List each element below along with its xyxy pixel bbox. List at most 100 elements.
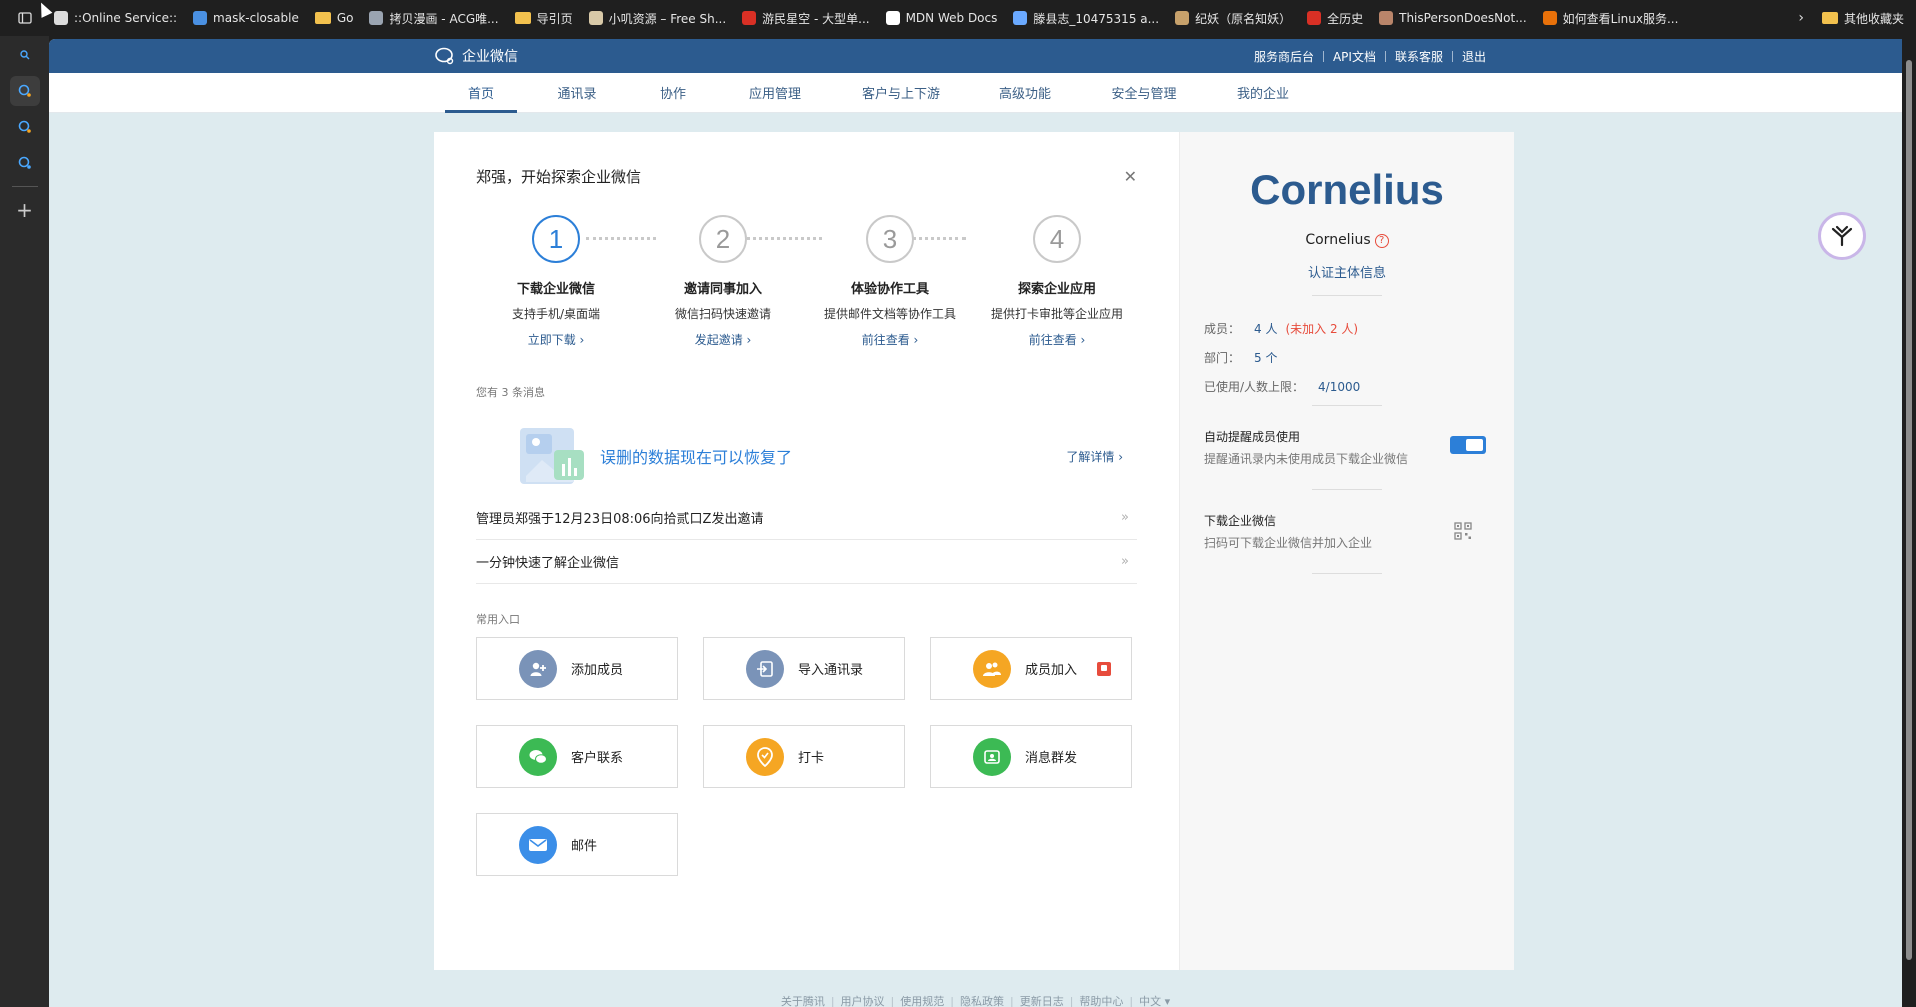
promo-banner[interactable]: 误删的数据现在可以恢复了 了解详情 › [476,426,1137,486]
entry-label: 邮件 [571,839,598,854]
favicon-icon [193,11,208,25]
top-link[interactable]: API文档 [1333,48,1376,65]
corp-name: Cornelius [1305,232,1371,248]
footer-link[interactable]: 中文 ▾ [1139,995,1170,1007]
favicon-icon [1013,11,1028,25]
members-pending[interactable]: (未加入 2 人) [1285,322,1358,336]
search-icon[interactable] [10,40,40,70]
bookmark-item[interactable]: ThisPersonDoesNot... [1371,4,1535,32]
footer-link[interactable]: 关于腾讯 [781,995,825,1007]
scrollbar-thumb[interactable] [1906,60,1912,960]
entry-tile[interactable]: 添加成员 [476,637,678,700]
main-nav: 首页 通讯录 协作 应用管理 客户与上下游 高级功能 安全与管理 我的企业 [49,73,1902,113]
entry-tile[interactable]: 邮件 [476,813,678,876]
step-link[interactable]: 前往查看 › [977,331,1137,348]
bookmark-label: MDN Web Docs [905,11,998,25]
help-icon[interactable]: ? [1374,233,1389,248]
bookmark-item[interactable]: 导引页 [507,4,581,32]
nav-tab[interactable]: 安全与管理 [1089,72,1199,112]
promo-title[interactable]: 误删的数据现在可以恢复了 [600,444,792,468]
nav-tab[interactable]: 协作 [637,72,709,112]
favicon-icon [54,11,68,25]
entry-tile[interactable]: 客户联系 [476,725,678,788]
bookmark-item[interactable]: ::Online Service:: [46,4,185,32]
bookmark-label: 纪妖（原名知妖） [1195,11,1292,26]
wecom-logo-icon [435,47,454,65]
step-link[interactable]: 前往查看 › [810,331,970,348]
add-icon[interactable]: + [10,195,40,225]
bookmark-item[interactable]: 如何查看Linux服务... [1535,4,1687,32]
onboarding-step: 4 探索企业应用 提供打卡审批等企业应用 前往查看 › [977,215,1137,348]
members-value[interactable]: 4 人 [1254,322,1277,336]
sidebar-search-app-3-icon[interactable] [10,148,40,178]
top-link[interactable]: 联系客服 [1395,48,1443,65]
step-link[interactable]: 立即下载 › [476,331,636,348]
message-text: 管理员郑强于12月23日08:06向拾贰口Z发出邀请 [476,512,764,527]
verify-entity-link[interactable]: 认证主体信息 [1180,262,1514,281]
location-icon [746,737,784,776]
nav-tab[interactable]: 应用管理 [709,72,841,112]
bookmark-item[interactable]: 游民星空 - 大型单... [734,4,877,32]
bookmark-item[interactable]: 纪妖（原名知妖） [1167,4,1299,32]
window-scrollbar[interactable] [1902,36,1916,1007]
nav-tab[interactable]: 我的企业 [1199,72,1327,112]
favicon-icon [369,11,384,25]
sidebar-divider [11,186,38,187]
top-link[interactable]: 服务商后台 [1254,48,1314,65]
departments-value[interactable]: 5 个 [1254,351,1277,365]
brand-logo[interactable]: 企业微信 [434,46,518,66]
more-bookmarks-chevron-icon[interactable]: › [1788,10,1814,26]
nav-tab[interactable]: 高级功能 [961,72,1089,112]
message-list: 管理员郑强于12月23日08:06向拾贰口Z发出邀请 » 一分钟快速了解企业微信 » [476,496,1137,584]
entry-tile[interactable]: 成员加入 [930,637,1132,700]
bookmark-item[interactable]: MDN Web Docs [878,4,1006,32]
footer-link[interactable]: 用户协议 [841,995,885,1007]
entry-tile[interactable]: 消息群发 [930,725,1132,788]
step-connector [586,237,656,241]
nav-tab[interactable]: 首页 [445,72,517,113]
other-bookmarks-folder[interactable]: 其他收藏夹 [1814,4,1916,32]
bookmark-item[interactable]: mask-closable [185,4,307,32]
message-row[interactable]: 一分钟快速了解企业微信 » [476,540,1137,584]
entry-label: 导入通讯录 [798,663,864,678]
bookmark-item[interactable]: 滕县志_10475315 a... [1005,4,1167,32]
corp-logo: Cornelius [1250,166,1444,213]
departments-stat: 部门： 5 个 [1204,349,1514,366]
floating-assistant-icon[interactable] [1818,212,1866,260]
sidebar-search-app-2-icon[interactable] [10,112,40,142]
tab-actions-icon[interactable] [12,5,38,31]
messages-count: 您有 3 条消息 [476,386,545,399]
brand-name: 企业微信 [462,49,518,65]
auto-remind-toggle[interactable] [1450,436,1486,454]
folder-icon [1821,12,1838,24]
qr-code-icon[interactable] [1454,522,1472,544]
nav-tab[interactable]: 通讯录 [517,72,637,112]
promo-more-link[interactable]: 了解详情 › [1066,448,1123,465]
step-link[interactable]: 发起邀请 › [643,331,803,348]
entry-tile[interactable]: 打卡 [703,725,905,788]
footer-link[interactable]: 更新日志 [1020,995,1064,1007]
favicon-icon [1379,11,1394,25]
bookmark-label: mask-closable [213,11,299,25]
onboarding-step: 3 体验协作工具 提供邮件文档等协作工具 前往查看 › [810,215,970,348]
close-icon[interactable]: ✕ [1124,167,1137,186]
other-bookmarks-label: 其他收藏夹 [1843,11,1904,26]
sidebar-search-app-1-icon[interactable] [9,76,40,106]
bookmark-item[interactable]: Go [307,4,362,32]
bookmark-label: 滕县志_10475315 a... [1033,11,1160,26]
bookmark-label: ThisPersonDoesNot... [1399,11,1527,25]
top-link[interactable]: 退出 [1462,48,1486,65]
footer-link[interactable]: 帮助中心 [1079,995,1123,1007]
broadcast-icon [973,737,1011,776]
bookmark-item[interactable]: 小叽资源 – Free Sh... [581,4,735,32]
footer-link[interactable]: 使用规范 [900,995,944,1007]
nav-tab[interactable]: 客户与上下游 [841,72,961,112]
home-card: 郑强，开始探索企业微信 ✕ 1 下载企业微信 支持手机/桌面端 立即下载 › 2 邀请同事… [434,132,1514,970]
bookmark-item[interactable]: 拷贝漫画 - ACG唯... [361,4,506,32]
entry-label: 客户联系 [571,751,624,766]
entry-tile[interactable]: 导入通讯录 [703,637,905,700]
browser-sidebar: + [0,36,49,1007]
bookmark-item[interactable]: 全历史 [1299,4,1371,32]
message-row[interactable]: 管理员郑强于12月23日08:06向拾贰口Z发出邀请 » [476,496,1137,540]
footer-link[interactable]: 隐私政策 [960,995,1004,1007]
